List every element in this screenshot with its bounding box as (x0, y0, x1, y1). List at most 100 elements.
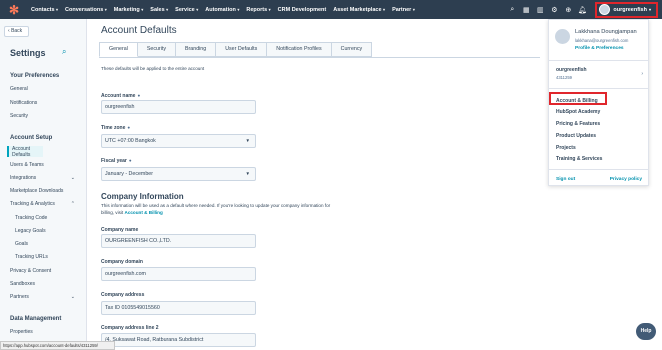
nav-item-conversations[interactable]: Conversations ▾ (65, 7, 107, 13)
nav-item-label: Marketing (113, 6, 140, 13)
sidebar-item-sandboxes[interactable]: Sandboxes (10, 281, 75, 287)
menu-item-projects[interactable]: Projects (556, 145, 576, 151)
sidebar-item-tracking-urls[interactable]: Tracking URLs (15, 254, 75, 260)
nav-item-label: Conversations (65, 6, 104, 13)
tab-branding[interactable]: Branding (176, 42, 217, 57)
defaults-note: These defaults will be applied to the en… (101, 66, 205, 71)
highlight-box (549, 92, 607, 105)
company-name-label: Company name (101, 227, 139, 233)
sidebar-item-legacy-goals[interactable]: Legacy Goals (15, 228, 75, 234)
account-menu-button[interactable]: ourgreenfish ▾ (595, 1, 658, 18)
caret-down-icon: ▼ (245, 138, 250, 143)
sidebar-item-partners[interactable]: Partners ⌄ (10, 294, 75, 300)
field-value: January - December (105, 171, 153, 177)
tab-currency[interactable]: Currency (331, 42, 373, 57)
sidebar-item-properties[interactable]: Properties (10, 329, 75, 335)
fiscal-year-select[interactable]: January - December ▼ (101, 167, 256, 181)
tab-notification-profiles[interactable]: Notification Profiles (267, 42, 332, 57)
company-domain-label: Company domain (101, 259, 143, 265)
settings-gear-icon[interactable]: ⚙ (547, 6, 561, 14)
nav-item-reports[interactable]: Reports ▾ (246, 7, 270, 13)
company-address-line2-label: Company address line 2 (101, 325, 159, 331)
privacy-policy-link[interactable]: Privacy policy (610, 177, 642, 182)
sidebar-item-marketplace-downloads[interactable]: Marketplace Downloads (10, 188, 75, 194)
company-address-field[interactable]: Tax ID 0105549015560 (101, 301, 256, 315)
tab-user-defaults[interactable]: User Defaults (216, 42, 268, 57)
nav-item-crm-development[interactable]: CRM Development (278, 7, 327, 13)
account-name-field[interactable]: ourgreenfish (101, 100, 256, 114)
info-icon[interactable]: ● (127, 125, 130, 130)
chevron-down-icon: ▾ (268, 7, 271, 12)
field-value: ourgreenfish.com (105, 271, 146, 277)
nav-item-partner[interactable]: Partner ▾ (392, 7, 415, 13)
chevron-up-icon: ⌃ (70, 201, 75, 207)
menu-item-pricing-features[interactable]: Pricing & Features (556, 121, 600, 127)
company-address-line2-field[interactable]: /4, Suksawat Road, Ratburana Subdistrict (101, 333, 256, 347)
sidebar-item-integrations[interactable]: Integrations ⌄ (10, 175, 75, 181)
sidebar-item-account-defaults[interactable]: Account Defaults (7, 145, 43, 158)
marketplace-icon[interactable]: ▥ (533, 6, 547, 14)
sidebar-item-label: Account Defaults (12, 145, 31, 158)
label-text: Time zone (101, 125, 126, 131)
menu-item-training-services[interactable]: Training & Services (556, 156, 602, 162)
nav-item-asset-marketplace[interactable]: Asset Marketplace ▾ (333, 7, 385, 13)
sidebar-item-privacy-consent[interactable]: Privacy & Consent (10, 268, 75, 274)
nav-item-sales[interactable]: Sales ▾ (150, 7, 168, 13)
calling-icon[interactable]: ▦ (519, 6, 533, 14)
sidebar-item-goals[interactable]: Goals (15, 241, 75, 247)
chevron-down-icon: ▾ (141, 7, 144, 12)
search-icon[interactable]: ⌕ (62, 47, 66, 57)
caret-down-icon: ▼ (245, 171, 250, 176)
nav-item-label: Reports (246, 6, 268, 13)
company-information-heading: Company Information (101, 192, 184, 201)
nav-item-label: Asset Marketplace (333, 6, 382, 13)
main-nav-menu: Contacts ▾ Conversations ▾ Marketing ▾ Sales ▾ S… (31, 7, 422, 13)
account-switcher[interactable]: ourgreenfish (556, 67, 587, 73)
nav-item-label: Automation (205, 6, 236, 13)
tab-general[interactable]: General (99, 42, 138, 57)
sidebar-item-label: Tracking & Analytics (10, 201, 55, 207)
back-button[interactable]: ‹ Back (4, 26, 29, 37)
sidebar-item-tracking-code[interactable]: Tracking Code (15, 215, 75, 221)
nav-item-label: Sales (150, 6, 165, 13)
tab-divider (99, 57, 540, 58)
tab-security[interactable]: Security (137, 42, 176, 57)
nav-item-service[interactable]: Service ▾ (175, 7, 198, 13)
company-name-field[interactable]: OURGREENFISH CO.,LTD. (101, 234, 256, 248)
notifications-bell-icon[interactable]: 🔔︎ (575, 6, 589, 14)
field-value: Tax ID 0105549015560 (105, 305, 160, 311)
account-id: 4311259 (556, 75, 572, 80)
account-billing-link[interactable]: Account & Billing (125, 210, 163, 215)
info-icon[interactable]: ● (129, 158, 132, 163)
nav-item-automation[interactable]: Automation ▾ (205, 7, 239, 13)
chevron-right-icon[interactable]: › (641, 71, 643, 77)
nav-item-marketing[interactable]: Marketing ▾ (114, 7, 144, 13)
avatar (599, 4, 611, 15)
sidebar-item-notifications[interactable]: Notifications (10, 100, 75, 106)
help-icon[interactable]: ⊕ (561, 6, 575, 14)
nav-item-label: CRM Development (277, 6, 327, 13)
timezone-label: Time zone ● (101, 125, 130, 131)
hubspot-logo-icon[interactable]: ✻ (9, 3, 23, 17)
sidebar-item-general[interactable]: General (10, 86, 75, 92)
account-name: ourgreenfish (613, 6, 647, 13)
search-icon[interactable]: ⌕ (505, 6, 519, 14)
help-button[interactable]: Help (636, 323, 656, 340)
divider (549, 88, 648, 89)
back-label: Back (11, 28, 23, 34)
profile-preferences-link[interactable]: Profile & Preferences (575, 46, 624, 51)
sidebar-item-tracking-analytics[interactable]: Tracking & Analytics ⌃ (10, 201, 75, 207)
timezone-select[interactable]: UTC +07:00 Bangkok ▼ (101, 134, 256, 148)
nav-item-contacts[interactable]: Contacts ▾ (31, 7, 58, 13)
company-domain-field[interactable]: ourgreenfish.com (101, 267, 256, 281)
sidebar-item-users-teams[interactable]: Users & Teams (10, 162, 75, 168)
sidebar-item-security[interactable]: Security (10, 113, 75, 119)
sign-out-link[interactable]: Sign out (556, 177, 575, 182)
field-value: UTC +07:00 Bangkok (105, 138, 156, 144)
menu-item-product-updates[interactable]: Product Updates (556, 133, 596, 139)
menu-item-hubspot-academy[interactable]: HubSpot Academy (556, 109, 600, 115)
status-bar-url: https://app.hubspot.com/account-defaults… (0, 341, 115, 350)
chevron-down-icon: ▾ (104, 7, 107, 12)
info-icon[interactable]: ● (137, 93, 140, 98)
nav-item-label: Contacts (31, 6, 55, 13)
